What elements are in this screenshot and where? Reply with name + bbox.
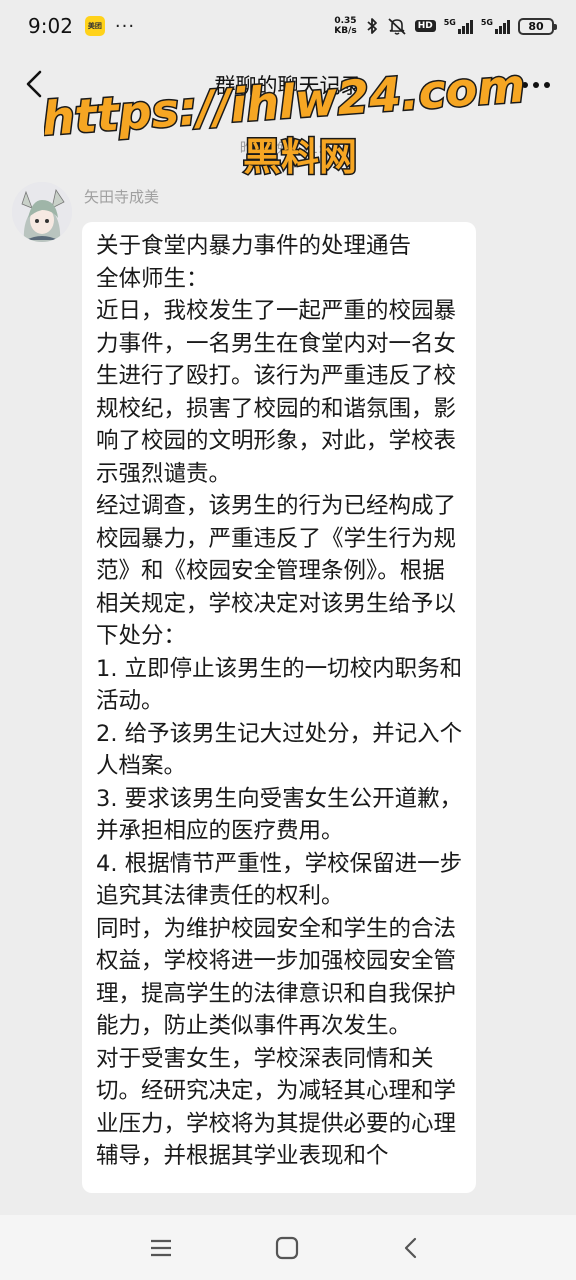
message-bubble[interactable]: 关于食堂内暴力事件的处理通告 全体师生： 近日，我校发生了一起严重的校园暴力事件… (82, 222, 476, 1193)
sender-name: 矢田寺成美 (84, 188, 160, 206)
message-timestamp: 昨天 晚上11:... (239, 141, 337, 157)
system-back-button[interactable] (396, 1233, 426, 1263)
more-dots-icon (522, 82, 550, 88)
avatar[interactable] (12, 182, 72, 242)
network-speed: 0.35 KB/s (334, 16, 356, 36)
anime-avatar-image (12, 182, 72, 242)
status-icons: 0.35 KB/s HD 5G 5G 80 (334, 16, 557, 36)
message-line: 同时，为维护校园安全和学生的合法权益，学校将进一步加强校园安全管理，提高学生的法… (96, 915, 457, 1040)
back-chevron-icon (404, 1237, 417, 1259)
status-more-icon: ··· (114, 15, 136, 37)
system-nav-bar (0, 1215, 576, 1280)
chat-history[interactable]: 昨天 晚上11:... 矢田寺成美 关于食堂内暴力事件的处理通告 全体师生： 近… (0, 118, 576, 1215)
back-button[interactable] (18, 66, 54, 102)
network-speed-value: 0.35 (334, 16, 357, 26)
message-line: 3. 要求该男生向受害女生公开道歉，并承担相应的医疗费用。 (96, 785, 463, 845)
back-arrow-icon (26, 70, 42, 98)
home-square-icon (275, 1236, 299, 1260)
signal-label-1: 5G (443, 18, 456, 27)
status-bar: 9:02 美团 ··· 0.35 KB/s HD 5G 5G 80 (0, 0, 576, 52)
message-line: 关于食堂内暴力事件的处理通告 (96, 233, 412, 259)
recent-apps-button[interactable] (146, 1233, 176, 1263)
message-line: 近日，我校发生了一起严重的校园暴力事件，一名男生在食堂内对一名女生进行了殴打。该… (96, 298, 457, 487)
network-speed-unit: KB/s (334, 26, 357, 36)
signal-icon-2: 5G (481, 18, 510, 34)
bluetooth-icon (365, 17, 379, 35)
home-button[interactable] (272, 1233, 302, 1263)
message-line: 对于受害女生，学校深表同情和关切。经研究决定，为减轻其心理和学业压力，学校将为其… (96, 1045, 457, 1170)
signal-icon-1: 5G (444, 18, 473, 34)
message-line: 1. 立即停止该男生的一切校内职务和活动。 (96, 655, 463, 715)
meituan-app-icon: 美团 (84, 16, 105, 36)
status-time: 9:02 (28, 14, 73, 38)
message-line: 2. 给予该男生记大过处分，并记入个人档案。 (96, 720, 463, 780)
message-line: 经过调查，该男生的行为已经构成了校园暴力，严重违反了《学生行为规范》和《校园安全… (96, 493, 457, 649)
signal-label-2: 5G (480, 18, 493, 27)
menu-icon (151, 1239, 171, 1257)
page-title: 群聊的聊天记录 (214, 74, 362, 98)
chat-header: 群聊的聊天记录 (0, 52, 576, 118)
more-options-button[interactable] (518, 70, 554, 100)
battery-icon: 80 (518, 17, 557, 35)
bell-muted-icon (387, 17, 407, 35)
message-line: 全体师生： (96, 265, 209, 292)
hd-badge: HD (414, 20, 436, 32)
message-line: 4. 根据情节严重性，学校保留进一步追究其法律责任的权利。 (96, 850, 463, 910)
